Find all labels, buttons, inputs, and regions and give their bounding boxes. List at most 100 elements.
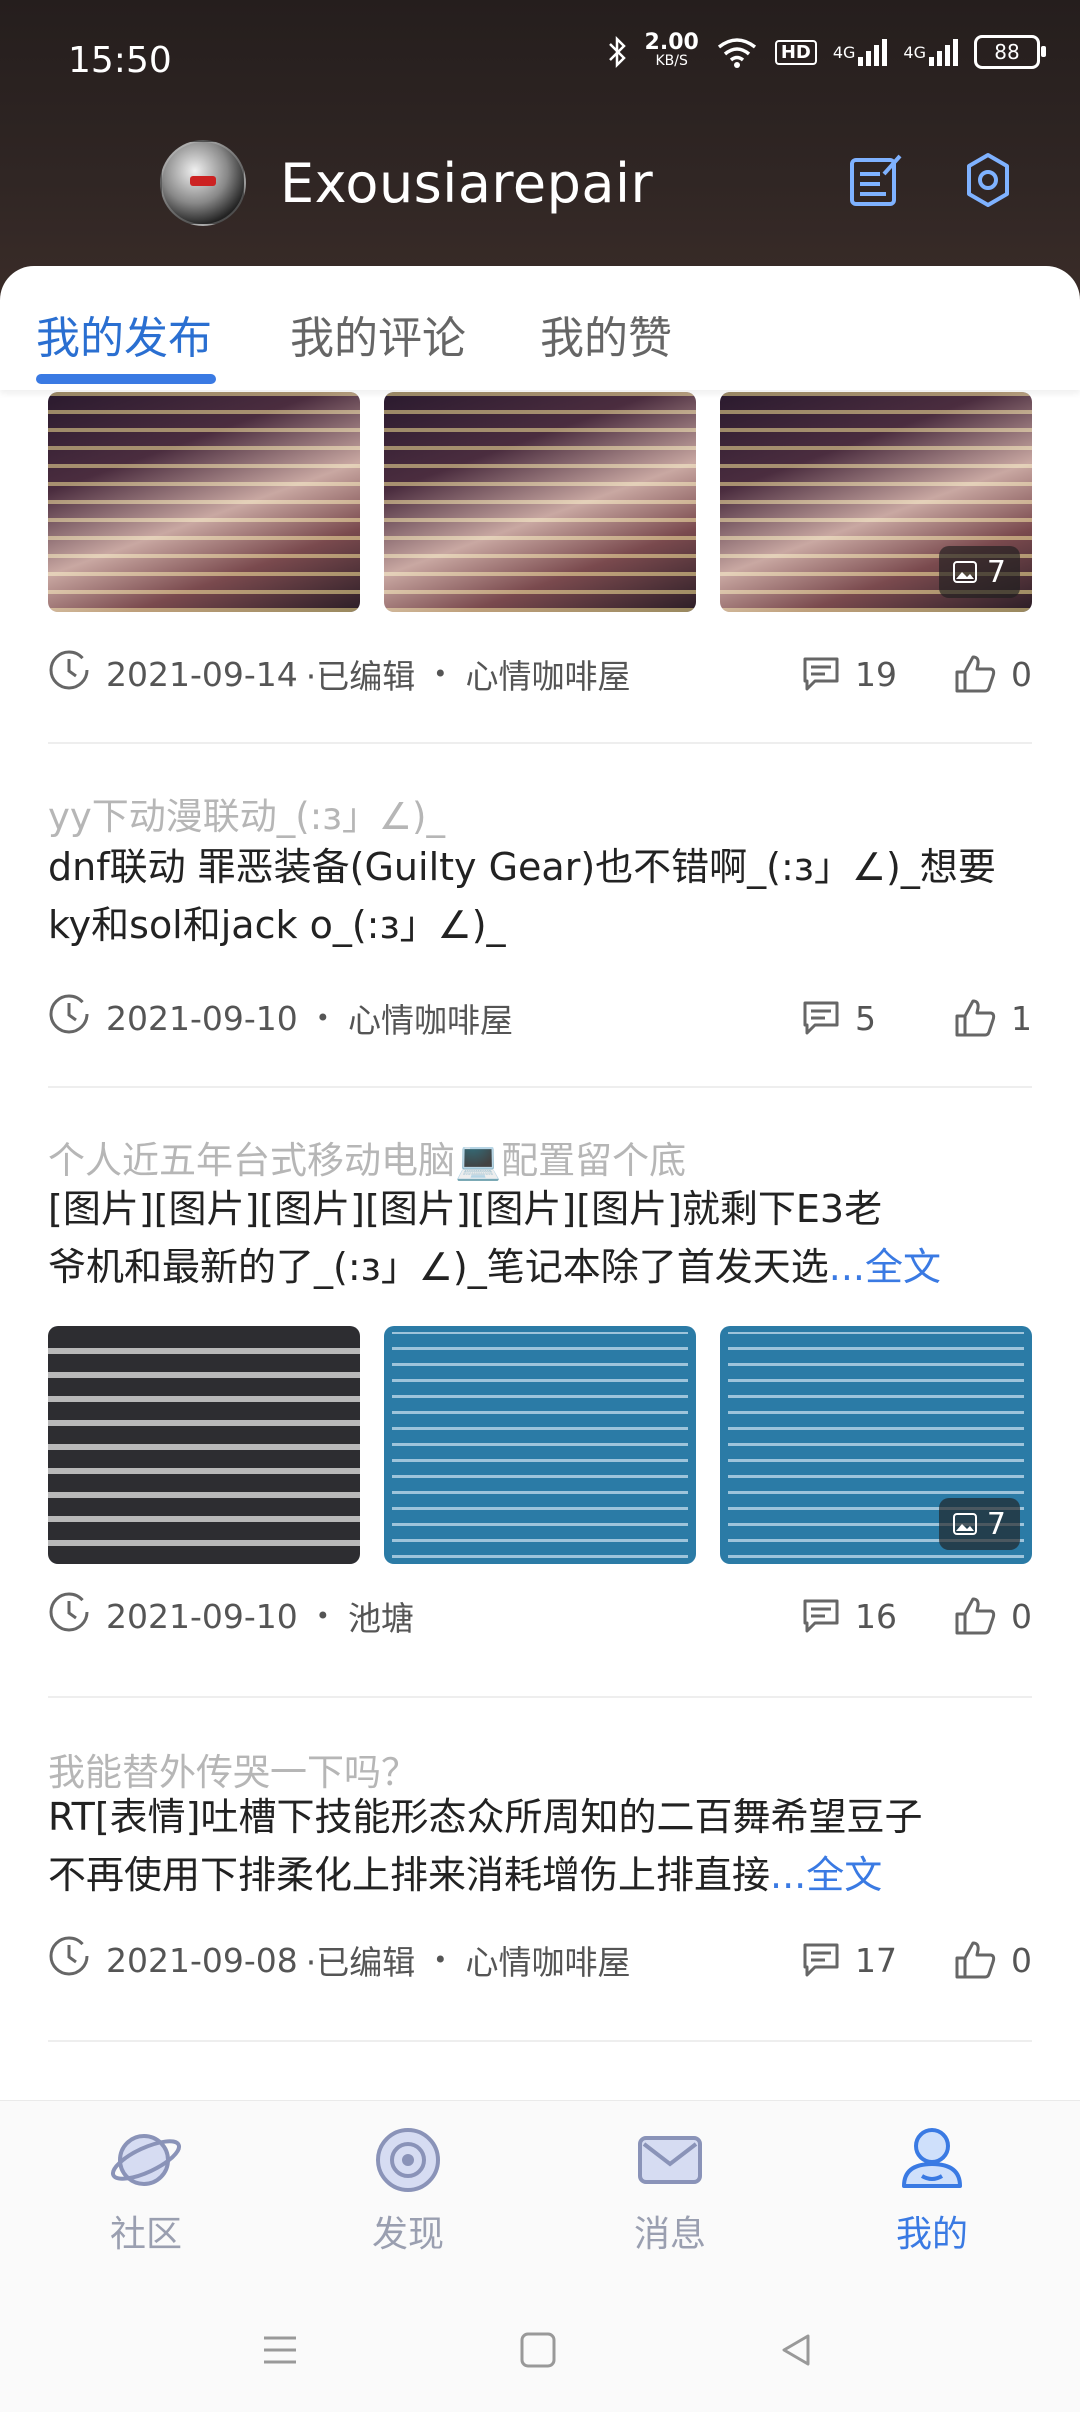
post-meta: 2021-09-10 • 心情咖啡屋 5 1 [48,988,1032,1048]
signal-icon-2: 4G [903,37,958,67]
comment-count: 16 [855,1596,897,1636]
mail-icon [590,2115,750,2205]
back-icon[interactable] [766,2320,826,2380]
divider [48,1696,1032,1698]
nav-community[interactable]: 社区 [66,2115,226,2257]
tab-my-comments[interactable]: 我的评论 [290,302,466,366]
status-icons: 2.00 KB/S HD 4G 4G 88 [607,30,1046,70]
image-count-badge: 7 [938,546,1020,598]
post-image[interactable] [384,1326,696,1564]
read-more-link[interactable]: ...全文 [770,1853,882,1897]
dot-separator: • [315,1004,330,1032]
post-image[interactable] [384,392,696,612]
post-meta: 2021-09-10 • 池塘 16 0 [48,1586,1032,1646]
like-count: 0 [1011,1596,1032,1636]
divider [48,1086,1032,1088]
edit-note-icon[interactable] [846,150,906,210]
post-date: 2021-09-10 [106,998,298,1038]
image-count-badge: 7 [938,1498,1020,1550]
divider [48,742,1032,744]
status-time: 15:50 [68,40,172,81]
post-meta: 2021-09-14 ·已编辑 • 心情咖啡屋 19 0 [48,644,1032,704]
clock-icon [48,1935,90,1985]
post-stats: 17 0 [801,1940,1032,1980]
gear-icon[interactable] [958,150,1018,210]
nav-messages[interactable]: 消息 [590,2115,750,2257]
like-icon[interactable] [953,1940,997,1980]
post-edited: ·已编辑 [305,657,416,696]
post-images: 7 [48,392,1032,612]
profile-icon [852,2115,1012,2205]
comment-icon[interactable] [801,655,841,693]
post-stats: 5 1 [801,998,1032,1038]
avatar[interactable] [160,140,246,226]
dot-separator: • [433,660,448,688]
home-icon[interactable] [508,2320,568,2380]
post-forum[interactable]: 心情咖啡屋 [465,650,630,698]
menu-icon[interactable] [250,2320,310,2380]
status-bar: 15:50 2.00 KB/S HD 4G 4G 88 [0,0,1080,124]
system-nav-bar [0,2280,1080,2412]
hd-icon: HD [774,39,817,65]
post-forum[interactable]: 心情咖啡屋 [348,994,513,1042]
comment-count: 17 [855,1940,897,1980]
profile-info: Exousiarepair [160,140,653,226]
comment-icon[interactable] [801,1597,841,1635]
post-image[interactable] [48,1326,360,1564]
post-edited: ·已编辑 [305,1943,416,1982]
signal-icon-1: 4G [833,37,888,67]
post-title[interactable]: 个人近五年台式移动电脑💻配置留个底 [48,1130,1032,1184]
comment-icon[interactable] [801,1941,841,1979]
dot-separator: • [315,1602,330,1630]
bottom-nav: 社区 发现 消息 我的 [0,2100,1080,2281]
post-body[interactable]: RT[表情]吐槽下技能形态众所周知的二百舞希望豆子 不再使用下排柔化上排来消耗增… [48,1788,1032,1904]
gallery-icon [952,561,977,583]
battery-icon: 88 [974,35,1046,69]
post-image[interactable]: 7 [720,1326,1032,1564]
wifi-icon [715,35,759,69]
nav-discover[interactable]: 发现 [328,2115,488,2257]
discover-icon [328,2115,488,2205]
bluetooth-icon [607,35,629,69]
post-image[interactable] [48,392,360,612]
clock-icon [48,1591,90,1641]
post-date: 2021-09-10 [106,1596,298,1636]
clock-icon [48,649,90,699]
like-icon[interactable] [953,654,997,694]
post-date: 2021-09-08 [106,1940,298,1980]
post-title[interactable]: yy下动漫联动_(:з」∠)_ [48,786,1032,840]
post-date: 2021-09-14 [106,654,298,694]
like-icon[interactable] [953,1596,997,1636]
like-count: 0 [1011,654,1032,694]
post-forum[interactable]: 心情咖啡屋 [465,1936,630,1984]
tab-indicator [36,374,216,384]
comment-count: 19 [855,654,897,694]
header-actions [846,150,1018,210]
comment-icon[interactable] [801,999,841,1037]
gallery-icon [952,1513,977,1535]
post-stats: 19 0 [801,654,1032,694]
comment-count: 5 [855,998,876,1038]
tab-my-posts[interactable]: 我的发布 [36,302,212,366]
post-image[interactable]: 7 [720,392,1032,612]
dot-separator: • [433,1946,448,1974]
post-body[interactable]: dnf联动 罪恶装备(Guilty Gear)也不错啊_(:з」∠)_想要 ky… [48,838,1032,954]
tab-bar: 我的发布 我的评论 我的赞 [0,266,1080,390]
post-stats: 16 0 [801,1596,1032,1636]
divider [48,2040,1032,2042]
nav-me[interactable]: 我的 [852,2115,1012,2257]
post-meta: 2021-09-08 ·已编辑 • 心情咖啡屋 17 0 [48,1930,1032,1990]
profile-header: 15:50 2.00 KB/S HD 4G 4G 88 Exousiarepai… [0,0,1080,300]
username: Exousiarepair [280,151,654,215]
tab-my-likes[interactable]: 我的赞 [540,302,672,366]
net-speed: 2.00 KB/S [644,30,699,70]
like-icon[interactable] [953,998,997,1038]
post-forum[interactable]: 池塘 [348,1592,414,1640]
post-feed[interactable]: 7 2021-09-14 ·已编辑 • 心情咖啡屋 19 0 yy下动漫联动_(… [0,390,1080,2100]
post-images: 7 [48,1326,1032,1564]
like-count: 0 [1011,1940,1032,1980]
read-more-link[interactable]: ...全文 [829,1245,941,1289]
post-body[interactable]: [图片][图片][图片][图片][图片][图片]就剩下E3老 爷机和最新的了_(… [48,1180,1032,1296]
clock-icon [48,993,90,1043]
planet-icon [66,2115,226,2205]
